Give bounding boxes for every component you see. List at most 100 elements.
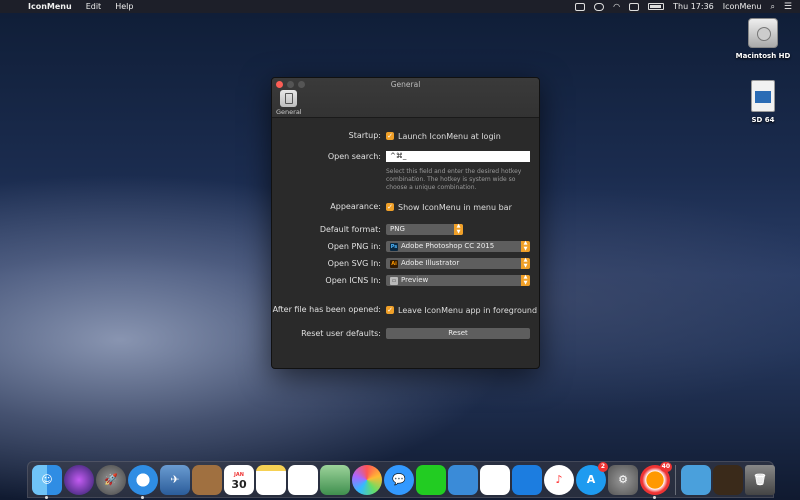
appearance-label: Appearance:: [330, 202, 381, 211]
calendar-icon[interactable]: JAN 30: [224, 464, 254, 495]
facetime-icon[interactable]: [416, 464, 446, 495]
trash-icon[interactable]: 🗑: [745, 464, 775, 495]
mail-icon[interactable]: ✈: [160, 464, 190, 495]
safari-icon[interactable]: [128, 464, 158, 499]
open-svg-label: Open SVG In:: [327, 259, 381, 268]
checkmark-icon: ✓: [386, 132, 394, 140]
wifi-icon[interactable]: ◠: [613, 2, 620, 11]
open-icns-label: Open ICNS In:: [325, 276, 381, 285]
startup-label: Startup:: [348, 131, 381, 140]
default-format-row: Default format: PNG ▲ ▼: [272, 223, 539, 237]
launch-at-login-label: Launch IconMenu at login: [398, 131, 501, 141]
mirroring-icon[interactable]: [575, 2, 586, 11]
show-in-menu-bar-checkbox[interactable]: ✓ Show IconMenu in menu bar: [386, 200, 512, 214]
illustrator-icon: Ai: [390, 259, 398, 268]
leave-in-foreground-checkbox[interactable]: ✓ Leave IconMenu app in foreground: [386, 303, 537, 317]
chevron-updown-icon: ▲ ▼: [521, 274, 530, 286]
default-format-label: Default format:: [319, 225, 381, 234]
vpn-icon[interactable]: [594, 2, 605, 11]
chevron-updown-icon: ▲ ▼: [521, 240, 530, 252]
startup-row: Startup: ✓ Launch IconMenu at login: [272, 129, 539, 143]
desktop-icon-label: Macintosh HD: [735, 52, 791, 60]
launchpad-icon[interactable]: 🚀: [96, 464, 126, 495]
hotkey-help-text: Select this field and enter the desired …: [386, 168, 522, 191]
contacts-icon[interactable]: [192, 464, 222, 495]
toolbar-general-label: General: [276, 108, 302, 116]
messages-icon[interactable]: 💬: [384, 464, 414, 495]
running-indicator: [141, 495, 144, 499]
default-format-popup[interactable]: PNG ▲ ▼: [386, 223, 463, 235]
open-png-label: Open PNG in:: [327, 242, 381, 251]
keynote-icon[interactable]: [512, 464, 542, 495]
edit-menu[interactable]: Edit: [79, 2, 109, 11]
hotkey-field[interactable]: ^⌘_: [386, 151, 530, 162]
chevron-updown-icon: ▲ ▼: [454, 223, 463, 235]
preview-icon: ▭: [390, 276, 398, 285]
siri-icon[interactable]: [64, 464, 94, 495]
running-indicator: [45, 495, 48, 499]
default-format-value: PNG: [390, 225, 405, 233]
notes-icon[interactable]: [256, 464, 286, 495]
system-preferences-icon[interactable]: ⚙: [608, 464, 638, 495]
open-png-value: Adobe Photoshop CC 2015: [401, 242, 495, 250]
status-area: ◠ Thu 17:36 IconMenu ⌕ ☰: [575, 2, 800, 12]
calendar-day: 30: [231, 477, 247, 491]
menu-bar: IconMenu Edit Help ◠ Thu 17:36 IconMenu …: [0, 0, 800, 13]
open-svg-row: Open SVG In: Ai Adobe Illustrator ▲ ▼: [272, 257, 539, 271]
dock-separator: [675, 464, 676, 495]
pages-icon[interactable]: [448, 464, 478, 495]
desktop-icon-sd-64[interactable]: SD 64: [733, 80, 793, 124]
photos-icon[interactable]: [352, 464, 382, 495]
window-titlebar[interactable]: General General: [272, 78, 539, 118]
sd-card-icon: [751, 80, 775, 112]
app-store-badge: 2: [598, 461, 608, 472]
downloads-folder-icon[interactable]: [681, 464, 711, 495]
app-store-icon[interactable]: A2: [576, 461, 608, 495]
desktop-icon-label: SD 64: [751, 116, 775, 124]
open-search-label: Open search:: [327, 152, 381, 161]
hard-drive-icon: [748, 18, 778, 48]
iconmenu-dock-icon[interactable]: 40: [640, 461, 672, 499]
search-icon[interactable]: ⌕: [770, 2, 774, 12]
dock: ☺ 🚀 ✈ JAN 30 💬 ♪ A2 ⚙ 40 🗑: [27, 461, 775, 499]
open-icns-popup[interactable]: ▭ Preview ▲ ▼: [386, 274, 530, 286]
window-title: General: [390, 80, 421, 89]
list-icon[interactable]: ☰: [784, 2, 792, 12]
reminders-icon[interactable]: [288, 464, 318, 495]
open-icns-row: Open ICNS In: ▭ Preview ▲ ▼: [272, 274, 539, 288]
reset-label: Reset user defaults:: [301, 329, 381, 338]
maps-icon[interactable]: [320, 464, 350, 495]
launch-at-login-checkbox[interactable]: ✓ Launch IconMenu at login: [386, 129, 501, 143]
battery-icon[interactable]: [648, 3, 665, 10]
reset-row: Reset user defaults: Reset: [272, 327, 539, 341]
iconmenu-status-item[interactable]: IconMenu: [723, 2, 762, 11]
app-menu[interactable]: IconMenu: [22, 2, 79, 11]
running-indicator: [653, 495, 656, 499]
toolbar-general-tab[interactable]: General: [276, 90, 302, 117]
airplay-icon[interactable]: [629, 2, 640, 11]
desktop-icon-macintosh-hd[interactable]: Macintosh HD: [733, 18, 793, 60]
help-menu[interactable]: Help: [108, 2, 140, 11]
open-svg-value: Adobe Illustrator: [401, 259, 460, 267]
photoshop-icon: Ps: [390, 242, 398, 251]
checkmark-icon: ✓: [386, 203, 394, 211]
stack-icon[interactable]: [713, 464, 743, 495]
open-svg-popup[interactable]: Ai Adobe Illustrator ▲ ▼: [386, 257, 530, 269]
checkmark-icon: ✓: [386, 306, 394, 314]
numbers-icon[interactable]: [480, 464, 510, 495]
preferences-window: General General Startup: ✓ Launch IconMe…: [271, 77, 540, 369]
after-open-row: After file has been opened: ✓ Leave Icon…: [272, 303, 539, 317]
itunes-icon[interactable]: ♪: [544, 464, 574, 495]
open-png-row: Open PNG in: Ps Adobe Photoshop CC 2015 …: [272, 240, 539, 254]
show-in-menu-bar-label: Show IconMenu in menu bar: [398, 202, 512, 212]
app-badge: 40: [659, 461, 672, 472]
open-icns-value: Preview: [401, 276, 429, 284]
clock[interactable]: Thu 17:36: [673, 2, 714, 11]
switch-icon: [279, 90, 297, 107]
chevron-updown-icon: ▲ ▼: [521, 257, 530, 269]
reset-button[interactable]: Reset: [386, 328, 530, 339]
open-png-popup[interactable]: Ps Adobe Photoshop CC 2015 ▲ ▼: [386, 240, 530, 252]
finder-icon[interactable]: ☺: [32, 464, 62, 499]
leave-in-foreground-label: Leave IconMenu app in foreground: [398, 305, 538, 315]
open-search-row: Open search: ^⌘_: [272, 150, 539, 164]
